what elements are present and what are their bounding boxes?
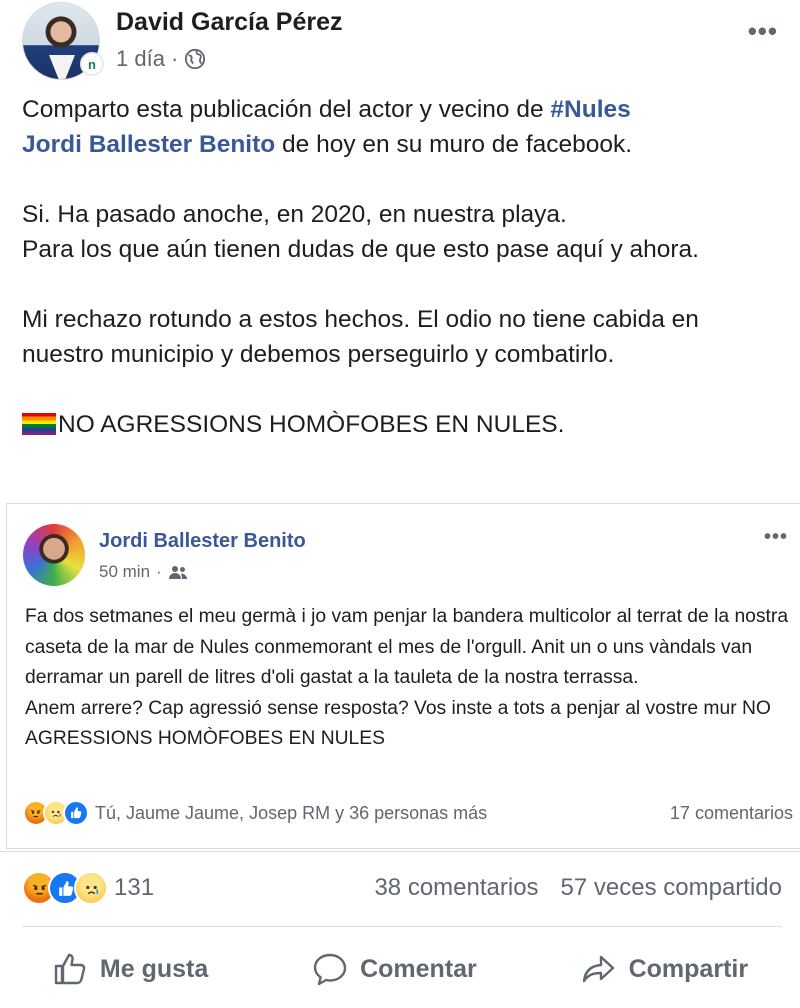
shares-count[interactable]: 57 veces compartido	[561, 874, 782, 902]
divider	[0, 851, 800, 852]
post-header: n David García Pérez 1 día · •••	[22, 2, 782, 82]
page-badge-icon: n	[80, 52, 104, 76]
mentioned-user-link[interactable]: Jordi Ballester Benito	[22, 131, 275, 158]
meta-separator: ·	[170, 46, 179, 71]
comments-count[interactable]: 38 comentarios	[374, 874, 538, 902]
author-name[interactable]: David García Pérez	[116, 8, 343, 37]
more-options-icon[interactable]: •••	[748, 16, 778, 47]
shared-author-avatar[interactable]	[23, 524, 85, 586]
post-meta: 1 día ·	[116, 46, 206, 72]
post-paragraph-4: NO AGRESSIONS HOMÒFOBES EN NULES.	[22, 407, 782, 442]
meta-separator: ·	[156, 562, 162, 581]
comment-button[interactable]: Comentar	[312, 951, 477, 987]
shared-post-body: Fa dos setmanes el meu germà i jo vam pe…	[25, 602, 793, 755]
shared-author-name[interactable]: Jordi Ballester Benito	[99, 530, 306, 553]
shared-comments-count[interactable]: 17 comentarios	[670, 803, 793, 824]
like-button[interactable]: Me gusta	[52, 951, 208, 987]
post-paragraph-intro: Comparto esta publicación del actor y ve…	[22, 92, 782, 162]
shared-paragraph: Fa dos setmanes el meu germà i jo vam pe…	[25, 606, 789, 688]
thumbs-up-icon	[54, 953, 86, 985]
post-timestamp[interactable]: 1 día	[116, 46, 165, 72]
shared-post-meta: 50 min ·	[99, 562, 188, 582]
post-slogan: NO AGRESSIONS HOMÒFOBES EN NULES.	[58, 411, 565, 438]
reaction-count[interactable]: 131	[114, 874, 154, 902]
post-body: Comparto esta publicación del actor y ve…	[22, 92, 782, 477]
post-paragraph-3: Mi rechazo rotundo a estos hechos. El od…	[22, 306, 699, 368]
shared-reactions-bar[interactable]: Tú, Jaume Jaume, Josep RM y 36 personas …	[23, 799, 793, 827]
comment-bubble-icon	[313, 953, 347, 986]
shared-more-options-icon[interactable]: •••	[764, 526, 788, 549]
divider	[22, 926, 782, 927]
post-line: Si. Ha pasado anoche, en 2020, en nuestr…	[22, 201, 567, 228]
post-stats-bar: 131 38 comentarios 57 veces compartido	[22, 868, 782, 908]
shared-post-card[interactable]: Jordi Ballester Benito 50 min · ••• Fa d…	[6, 503, 800, 849]
share-button[interactable]: Compartir	[581, 951, 748, 987]
like-reaction-icon	[63, 800, 89, 826]
intro-text-end: de hoy en su muro de facebook.	[275, 131, 633, 158]
shared-reactors-text[interactable]: Tú, Jaume Jaume, Josep RM y 36 personas …	[95, 803, 487, 824]
globe-icon	[185, 48, 206, 70]
shared-timestamp[interactable]: 50 min	[99, 562, 150, 582]
comment-button-label: Comentar	[360, 954, 477, 983]
hashtag-link[interactable]: #Nules	[550, 96, 630, 123]
post-paragraph-2: Si. Ha pasado anoche, en 2020, en nuestr…	[22, 197, 782, 267]
shared-paragraph: Anem arrere? Cap agressió sense resposta…	[25, 697, 771, 750]
like-button-label: Me gusta	[99, 954, 209, 983]
rainbow-flag-icon	[22, 413, 56, 435]
sad-reaction-icon	[74, 871, 108, 905]
friends-icon	[168, 566, 187, 579]
post-engagement: 38 comentarios 57 veces compartido	[374, 874, 782, 902]
share-arrow-icon	[582, 955, 614, 983]
share-button-label: Compartir	[628, 954, 749, 983]
post-line: Para los que aún tienen dudas de que est…	[22, 236, 699, 263]
intro-text: Comparto esta publicación del actor y ve…	[22, 96, 551, 123]
post-actions: Me gusta Comentar Compartir	[0, 938, 800, 1000]
